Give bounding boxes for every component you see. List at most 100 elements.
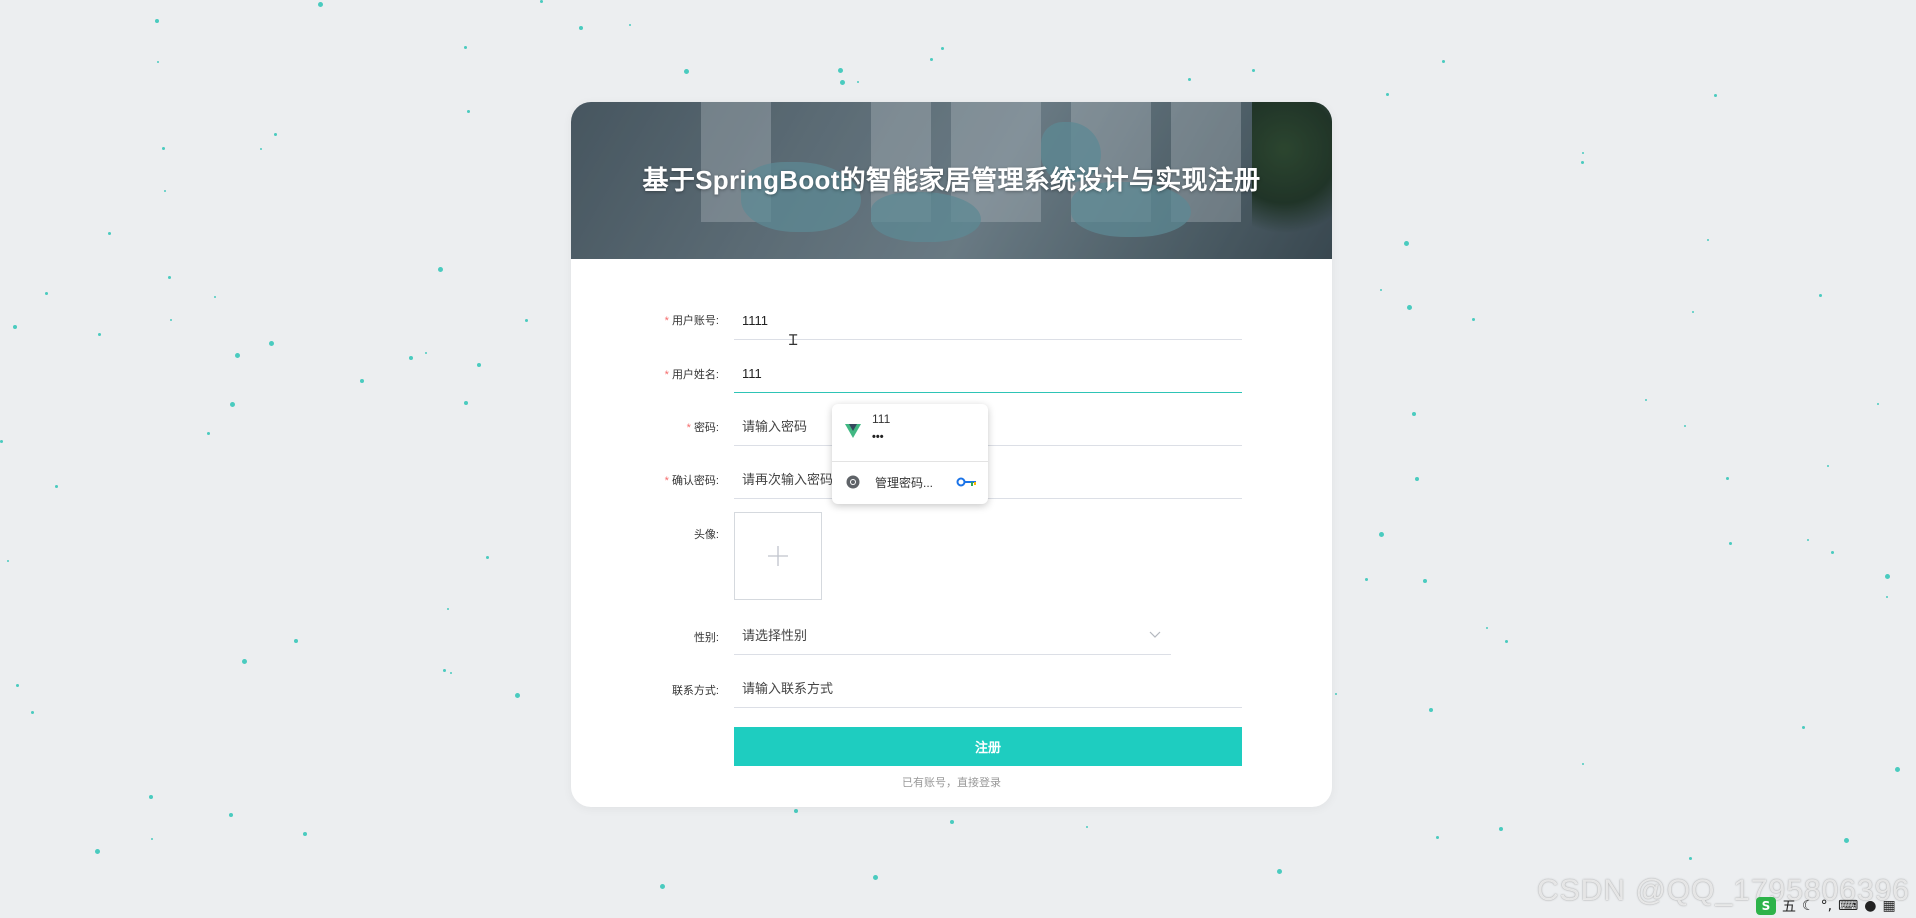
- particle-dot: [1505, 640, 1508, 643]
- account-input-field[interactable]: 1111: [734, 304, 1242, 340]
- particle-dot: [294, 639, 298, 643]
- particle-dot: [1472, 318, 1475, 321]
- particle-dot: [629, 24, 631, 26]
- keyboard-icon: ⌨: [1838, 898, 1859, 914]
- particle-dot: [1844, 838, 1849, 843]
- particle-dot: [1086, 826, 1088, 828]
- plus-icon: [768, 546, 788, 566]
- particle-dot: [857, 81, 859, 83]
- particle-dot: [229, 813, 233, 817]
- particle-dot: [515, 693, 520, 698]
- particle-dot: [274, 133, 277, 136]
- particle-dot: [1582, 152, 1584, 154]
- particle-dot: [207, 432, 210, 435]
- particle-dot: [660, 884, 665, 889]
- particle-dot: [1335, 693, 1337, 695]
- particle-dot: [1707, 239, 1709, 241]
- particle-dot: [838, 68, 843, 73]
- particle-dot: [1831, 551, 1834, 554]
- particle-dot: [1499, 827, 1503, 831]
- particle-dot: [447, 608, 449, 610]
- particle-dot: [95, 849, 100, 854]
- particle-dot: [438, 267, 443, 272]
- particle-dot: [162, 147, 165, 150]
- particle-dot: [464, 46, 467, 49]
- particle-dot: [16, 684, 19, 687]
- particle-dot: [13, 325, 17, 329]
- particle-dot: [1277, 869, 1282, 874]
- required-mark: *: [664, 369, 669, 381]
- particle-dot: [45, 292, 48, 295]
- particle-dot: [1423, 579, 1427, 583]
- particle-dot: [579, 26, 583, 30]
- particle-dot: [1802, 726, 1805, 729]
- chrome-icon: [846, 475, 860, 489]
- particle-dot: [170, 319, 172, 321]
- particle-dot: [164, 190, 166, 192]
- particle-dot: [1877, 403, 1879, 405]
- particle-dot: [450, 672, 452, 674]
- particle-dot: [31, 711, 34, 714]
- particle-dot: [1807, 539, 1809, 541]
- particle-dot: [1819, 294, 1822, 297]
- particle-dot: [486, 556, 489, 559]
- particle-dot: [242, 659, 247, 664]
- particle-dot: [930, 58, 933, 61]
- text-cursor-icon: Ɪ: [789, 331, 798, 349]
- chevron-down-icon: [1149, 631, 1161, 638]
- confirm-password-label: * 确认密码:: [665, 472, 719, 488]
- key-icon: [956, 477, 976, 487]
- ime-logo-icon: S: [1756, 897, 1776, 915]
- account-label: * 用户账号:: [665, 312, 719, 328]
- gender-select[interactable]: 请选择性别: [734, 619, 1171, 655]
- particle-dot: [794, 809, 798, 813]
- autofill-suggestion[interactable]: 111 •••: [832, 404, 988, 460]
- username-input[interactable]: 111: [734, 357, 1242, 393]
- register-button[interactable]: 注册: [734, 727, 1242, 766]
- particle-dot: [409, 356, 413, 360]
- contact-input[interactable]: 请输入联系方式: [734, 672, 1242, 708]
- particle-dot: [155, 19, 159, 23]
- required-mark: *: [664, 315, 669, 327]
- particle-dot: [1380, 289, 1382, 291]
- page-title: 基于SpringBoot的智能家居管理系统设计与实现注册: [642, 165, 1261, 195]
- particle-dot: [1726, 477, 1729, 480]
- gender-placeholder: 请选择性别: [742, 628, 808, 643]
- manage-passwords-label: 管理密码...: [875, 476, 934, 490]
- particle-dot: [873, 875, 878, 880]
- particle-dot: [1729, 542, 1732, 545]
- particle-dot: [443, 669, 446, 672]
- particle-dot: [1684, 425, 1686, 427]
- particle-dot: [157, 61, 159, 63]
- contact-label: 联系方式:: [671, 685, 719, 697]
- password-input[interactable]: 请输入密码: [734, 410, 1242, 446]
- particle-dot: [1415, 477, 1419, 481]
- ime-toolbar[interactable]: S 五 ☾ °, ⌨ ● ▦: [1752, 894, 1916, 918]
- particle-dot: [1386, 93, 1389, 96]
- particle-dot: [303, 832, 307, 836]
- login-link[interactable]: 已有账号，直接登录: [571, 774, 1332, 790]
- autofill-password: •••: [872, 431, 884, 443]
- particle-dot: [98, 333, 101, 336]
- particle-dot: [1714, 94, 1717, 97]
- manage-passwords-item[interactable]: 管理密码...: [832, 462, 988, 504]
- particle-dot: [1379, 532, 1384, 537]
- account-label-text: 用户账号:: [671, 315, 719, 327]
- particle-dot: [1436, 836, 1439, 839]
- particle-dot: [1429, 708, 1433, 712]
- vue-icon: [845, 424, 861, 438]
- required-mark: *: [664, 475, 669, 487]
- particle-dot: [464, 401, 468, 405]
- particle-dot: [1581, 161, 1584, 164]
- particle-dot: [0, 440, 3, 443]
- avatar-uploader[interactable]: [734, 512, 822, 600]
- particle-dot: [425, 352, 427, 354]
- particle-dot: [360, 379, 364, 383]
- user-icon: ●: [1864, 898, 1877, 914]
- particle-dot: [477, 363, 481, 367]
- confirm-password-input[interactable]: 请再次输入密码: [734, 463, 1242, 499]
- particle-dot: [1404, 241, 1409, 246]
- particle-dot: [108, 232, 111, 235]
- particle-dot: [1442, 60, 1445, 63]
- particle-dot: [269, 341, 274, 346]
